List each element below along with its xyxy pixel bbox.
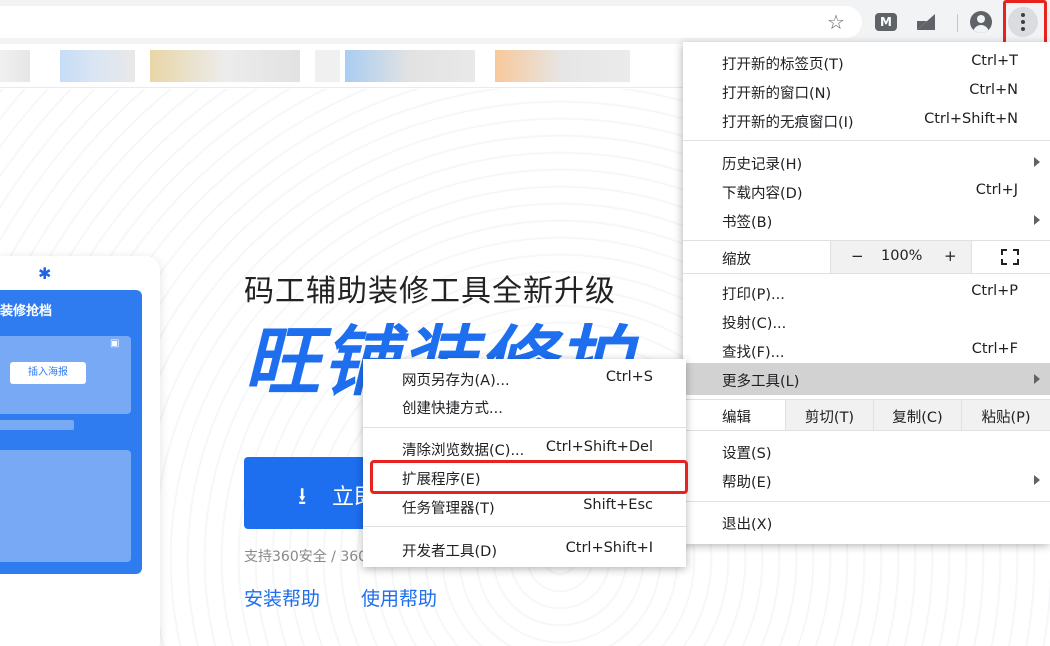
menu-item-shortcut: Shift+Esc [583,497,653,513]
submenu-arrow-icon [1034,157,1040,167]
bookmark-item[interactable] [315,50,340,82]
menu-item-shortcut: Ctrl+Shift+I [565,540,653,556]
menu-item-label: 打开新的窗口(N) [722,86,832,102]
menu-item-shortcut: Ctrl+S [605,369,653,385]
menu-item-exit[interactable]: 退出(X) [683,508,1050,537]
browser-toolbar: ☆ M [0,0,1050,44]
bookmark-item[interactable] [150,50,300,82]
menu-item-new-incognito-window[interactable]: 打开新的无痕窗口(I) Ctrl+Shift+N [683,106,1050,135]
support-text: 支持360安全 / 360 [244,549,368,565]
menu-item-more-tools[interactable]: 更多工具(L) [683,363,1050,395]
menu-item-label: 退出(X) [722,517,773,533]
send-icon [917,14,935,30]
mockup-insert-button: 插入海报 [10,362,86,384]
menu-item-shortcut: Ctrl+J [975,182,1018,198]
zoom-level: 100% [881,248,923,264]
submenu-item-clear-browsing-data[interactable]: 清除浏览数据(C)... Ctrl+Shift+Del [363,434,686,463]
menu-item-label: 打印(P)... [722,287,785,303]
menu-item-label: 清除浏览数据(C)... [402,443,525,459]
menu-item-new-tab[interactable]: 打开新的标签页(T) Ctrl+T [683,48,1050,77]
mockup-card [0,450,131,562]
menu-item-label: 设置(S) [722,446,772,462]
menu-item-settings[interactable]: 设置(S) [683,437,1050,466]
bookmark-item[interactable] [0,50,30,82]
bookmark-item[interactable] [60,50,135,82]
menu-item-find[interactable]: 查找(F)... Ctrl+F [683,336,1050,365]
menu-item-label: 网页另存为(A)... [402,373,510,389]
bookmark-item[interactable] [345,50,475,82]
mockup-title: 装修抢档 [0,304,53,319]
menu-separator [683,430,1050,431]
extension-icon[interactable]: M [872,8,900,36]
menu-separator [683,501,1050,502]
zoom-in-button[interactable]: + [944,247,957,265]
menu-separator [683,140,1050,141]
address-bar[interactable] [0,6,862,38]
menu-item-label: 打开新的无痕窗口(I) [722,115,854,131]
mockup-line [0,420,74,430]
menu-zoom-row: 缩放 − 100% + [683,241,1050,273]
copy-button[interactable]: 复制(C) [873,400,961,430]
menu-separator [363,526,686,527]
fullscreen-icon[interactable] [1001,249,1019,265]
menu-item-bookmarks[interactable]: 书签(B) [683,206,1050,235]
menu-item-label: 更多工具(L) [722,374,800,390]
menu-item-label: 帮助(E) [722,475,772,491]
menu-edit-row: 编辑 剪切(T) 复制(C) 粘贴(P) [683,400,1050,430]
menu-item-new-window[interactable]: 打开新的窗口(N) Ctrl+N [683,77,1050,106]
submenu-arrow-icon [1034,215,1040,225]
usage-help-link[interactable]: 使用帮助 [361,584,437,611]
send-extension-icon[interactable] [912,8,940,36]
install-help-link[interactable]: 安装帮助 [244,584,320,611]
trash-icon: ▣ [110,338,120,349]
bookmark-star-glyph: ☆ [827,10,845,34]
menu-item-label: 下载内容(D) [722,186,803,202]
edit-label: 编辑 [722,410,751,426]
menu-item-shortcut: Ctrl+P [971,283,1018,299]
menu-item-shortcut: Ctrl+Shift+Del [545,439,653,455]
menu-separator [683,273,1050,274]
menu-item-label: 开发者工具(D) [402,544,497,560]
menu-item-downloads[interactable]: 下载内容(D) Ctrl+J [683,177,1050,206]
zoom-out-button[interactable]: − [851,247,864,265]
menu-item-help[interactable]: 帮助(E) [683,466,1050,495]
menu-item-label: 打开新的标签页(T) [722,57,844,73]
menu-item-label: 创建快捷方式... [402,401,503,417]
submenu-item-task-manager[interactable]: 任务管理器(T) Shift+Esc [363,492,686,521]
toolbar-separator [957,14,958,32]
submenu-item-create-shortcut[interactable]: 创建快捷方式... [363,392,686,421]
menu-item-label: 任务管理器(T) [402,501,495,517]
submenu-arrow-icon [1034,374,1040,384]
menu-item-history[interactable]: 历史记录(H) [683,148,1050,177]
bookmark-item[interactable] [495,50,630,82]
zoom-controls: − 100% + [830,241,972,273]
menu-item-shortcut: Ctrl+F [971,341,1018,357]
extension-glyph: M [875,13,897,31]
menu-item-print[interactable]: 打印(P)... Ctrl+P [683,278,1050,307]
submenu-arrow-icon [1034,475,1040,485]
download-icon: ⭳ [298,482,307,510]
menu-item-label: 投射(C)... [722,316,787,332]
cut-button[interactable]: 剪切(T) [785,400,873,430]
profile-avatar-icon[interactable] [967,8,995,36]
paste-button[interactable]: 粘贴(P) [961,400,1050,430]
menu-item-cast[interactable]: 投射(C)... [683,307,1050,336]
puzzle-icon: ✱ [38,264,52,283]
menu-item-label: 查找(F)... [722,345,785,361]
zoom-label: 缩放 [722,252,751,268]
annotation-highlight-extensions [370,460,688,494]
menu-item-shortcut: Ctrl+N [969,82,1018,98]
submenu-item-developer-tools[interactable]: 开发者工具(D) Ctrl+Shift+I [363,535,686,564]
bookmark-star-icon[interactable]: ☆ [822,8,850,36]
submenu-item-save-page-as[interactable]: 网页另存为(A)... Ctrl+S [363,364,686,393]
menu-separator [363,427,686,428]
menu-item-shortcut: Ctrl+T [971,53,1018,69]
menu-item-shortcut: Ctrl+Shift+N [924,111,1018,127]
chrome-main-menu: 打开新的标签页(T) Ctrl+T 打开新的窗口(N) Ctrl+N 打开新的无… [683,42,1050,544]
menu-item-label: 历史记录(H) [722,157,803,173]
menu-item-label: 书签(B) [722,215,773,231]
